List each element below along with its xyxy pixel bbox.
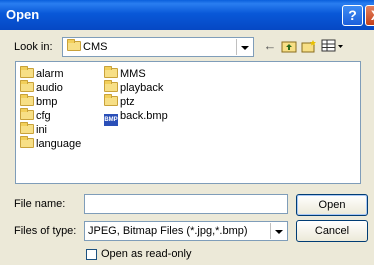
list-item[interactable]: MMS [104,66,146,81]
folder-icon [20,66,34,78]
folder-icon [104,66,118,78]
help-button[interactable]: ? [342,5,363,26]
folder-icon [20,136,34,148]
chevron-down-icon[interactable] [270,223,286,239]
up-folder-icon[interactable] [280,37,298,55]
close-button[interactable]: X [365,5,374,26]
file-type-value: JPEG, Bitmap Files (*.jpg,*.bmp) [88,225,248,237]
window-title: Open [6,7,40,22]
read-only-label[interactable]: Open as read-only [101,248,192,260]
view-menu-icon[interactable] [320,37,346,55]
read-only-checkbox[interactable] [86,249,97,260]
list-item[interactable]: ptz [104,94,135,109]
list-item[interactable]: bmp [20,94,57,109]
file-name-input[interactable] [84,194,288,214]
look-in-select[interactable]: CMS [62,37,254,57]
folder-icon [20,80,34,92]
open-button[interactable]: Open [296,194,368,216]
folder-icon [104,94,118,106]
file-type-label: Files of type: [14,225,77,237]
list-item[interactable]: audio [20,80,63,95]
look-in-value: CMS [83,41,108,53]
file-list[interactable]: alarm audio bmp cfg ini language MMS pla… [15,61,361,184]
file-name-label: File name: [14,198,66,210]
list-item[interactable]: alarm [20,66,64,81]
folder-icon [20,122,34,134]
folder-icon [67,39,81,51]
open-dialog: Open ? X Look in: CMS ← alarm audio bmp … [0,0,374,265]
cancel-button[interactable]: Cancel [296,220,368,242]
folder-icon [104,80,118,92]
list-item[interactable]: ini [20,122,47,137]
bitmap-file-icon: BMP [104,114,118,126]
list-item[interactable]: language [20,136,81,151]
folder-icon [20,94,34,106]
list-item[interactable]: playback [104,80,163,95]
folder-icon [20,108,34,120]
file-type-select[interactable]: JPEG, Bitmap Files (*.jpg,*.bmp) [84,221,288,241]
chevron-down-icon[interactable] [236,39,252,55]
title-bar[interactable]: Open ? X [0,0,374,30]
new-folder-icon[interactable] [300,37,318,55]
look-in-label: Look in: [14,41,53,53]
list-item[interactable]: BMP back.bmp [104,109,168,126]
list-item[interactable]: cfg [20,108,51,123]
back-arrow-icon[interactable]: ← [261,37,279,55]
